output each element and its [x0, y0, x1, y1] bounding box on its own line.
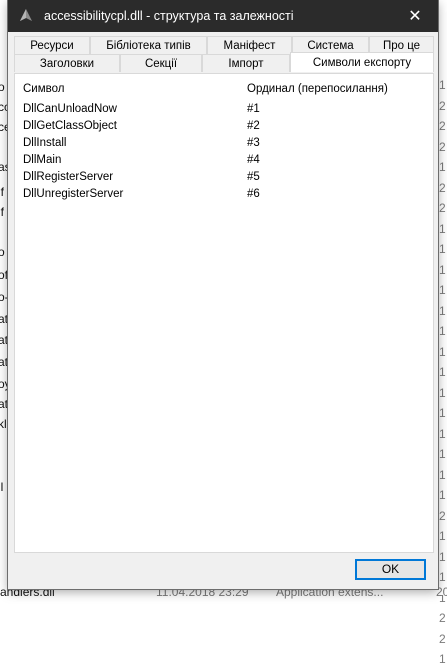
background-fragment: 1: [439, 221, 446, 236]
background-fragment: 2: [439, 631, 446, 646]
ok-button[interactable]: OK: [355, 559, 426, 580]
background-fragment: 1: [439, 488, 446, 502]
export-row[interactable]: DllGetClassObject #2: [15, 119, 433, 136]
app-icon: [20, 9, 32, 21]
export-ordinal: #4: [247, 154, 260, 166]
export-row[interactable]: DllRegisterServer #5: [15, 170, 433, 187]
export-ordinal: #1: [247, 103, 260, 115]
background-fragment: 2: [439, 139, 446, 154]
export-symbol: DllGetClassObject: [23, 120, 117, 132]
tab-headers[interactable]: Заголовки: [14, 54, 120, 72]
title-bar[interactable]: accessibilitycpl.dll - структура та зале…: [8, 0, 438, 32]
background-fragment: 1: [439, 303, 446, 318]
background-fragment: 2: [439, 611, 446, 625]
export-symbol: DllMain: [23, 154, 62, 166]
background-fragment: 1: [439, 549, 446, 564]
background-fragment: 1: [439, 242, 446, 256]
close-icon: ✕: [408, 8, 422, 25]
background-fragment: 2: [439, 119, 446, 133]
background-fragment: 1: [439, 344, 446, 359]
export-ordinal: #6: [247, 188, 260, 200]
background-file-list-right: 12221221111111111111121111221: [438, 0, 447, 666]
background-fragment: o: [0, 80, 5, 94]
background-fragment: if: [0, 205, 4, 219]
background-fragment: 1: [439, 262, 446, 277]
tab-type-library[interactable]: Бібліотека типів: [90, 36, 207, 54]
tab-manifest[interactable]: Маніфест: [207, 36, 292, 54]
tab-export-symbols[interactable]: Символи експорту: [290, 52, 434, 72]
export-row[interactable]: DllUnregisterServer #6: [15, 187, 433, 204]
export-ordinal: #3: [247, 137, 260, 149]
background-fragment: at: [0, 312, 9, 326]
export-symbols-panel: Символ Ординал (перепосилання) DllCanUnl…: [14, 73, 434, 553]
background-fragment: at: [0, 333, 9, 347]
background-fragment: at: [0, 397, 9, 411]
background-fragment: 1: [439, 365, 446, 379]
background-fragment: 2: [439, 201, 446, 215]
export-symbol: DllRegisterServer: [23, 171, 114, 183]
background-fragment: 2: [439, 508, 446, 523]
background-fragment: at: [0, 355, 9, 369]
background-fragment: of: [0, 268, 9, 282]
background-fragment: 1: [439, 570, 446, 584]
tab-import[interactable]: Імпорт: [202, 54, 290, 72]
background-fragment: o: [0, 245, 5, 259]
background-fragment: 1: [439, 529, 446, 543]
tab-sections[interactable]: Секції: [120, 54, 202, 72]
column-header-symbol[interactable]: Символ: [23, 83, 64, 95]
background-fragment: 1: [439, 324, 446, 338]
background-fragment: 1: [439, 467, 446, 482]
close-button[interactable]: ✕: [392, 0, 438, 32]
background-fragment: 1: [439, 406, 446, 420]
export-symbol: DllCanUnloadNow: [23, 103, 117, 115]
export-symbol: DllUnregisterServer: [23, 188, 124, 200]
export-row[interactable]: DllInstall #3: [15, 136, 433, 153]
window-title: accessibilitycpl.dll - структура та зале…: [44, 9, 294, 23]
dependency-dialog: accessibilitycpl.dll - структура та зале…: [8, 0, 438, 589]
export-ordinal: #5: [247, 171, 260, 183]
background-fragment: 2: [439, 180, 446, 195]
export-row[interactable]: DllCanUnloadNow #1: [15, 102, 433, 119]
background-fragment: 1: [439, 385, 446, 400]
background-fragment: 1: [439, 447, 446, 461]
export-ordinal: #2: [247, 120, 260, 132]
tab-strip: Ресурси Бібліотека типів Маніфест Систем…: [14, 36, 434, 74]
background-fragment: 1: [439, 652, 446, 666]
background-fragment: if: [0, 185, 4, 199]
background-fragment: 2: [439, 98, 446, 113]
background-fragment: kl: [0, 417, 7, 431]
background-fragment: 1: [439, 78, 446, 92]
export-symbol: DllInstall: [23, 137, 67, 149]
export-row[interactable]: DllMain #4: [15, 153, 433, 170]
background-fragment: 1: [439, 160, 446, 174]
column-header-ordinal[interactable]: Ординал (перепосилання): [247, 83, 388, 95]
background-fragment: 1: [439, 426, 446, 441]
background-fragment: 1: [439, 283, 446, 297]
tab-resources[interactable]: Ресурси: [14, 36, 90, 54]
background-fragment: ll: [0, 480, 4, 494]
